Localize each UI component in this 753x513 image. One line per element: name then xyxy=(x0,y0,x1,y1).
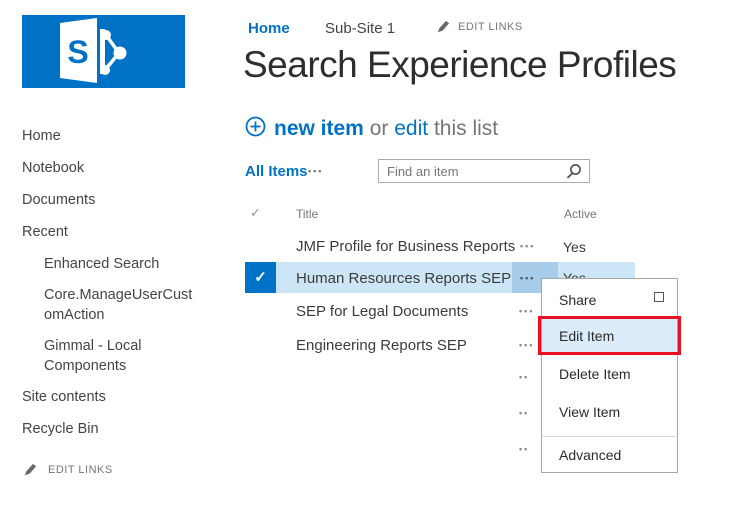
sharepoint-page: S Home Sub-Site 1 EDIT LINKS Search Expe… xyxy=(0,0,753,513)
row-ellipsis-button[interactable]: ••• xyxy=(519,340,534,350)
menu-item-edit-item[interactable]: Edit Item xyxy=(542,318,677,354)
sidebar-item-enhanced-search[interactable]: Enhanced Search xyxy=(44,254,196,274)
page-title: Search Experience Profiles xyxy=(243,44,676,86)
view-ellipsis-button[interactable]: ••• xyxy=(308,166,323,176)
sharepoint-logo-icon: S xyxy=(22,15,185,88)
sidebar-item-documents[interactable]: Documents xyxy=(22,190,212,210)
list-actions: new item or edit this list xyxy=(245,116,498,142)
sidebar-item-notebook[interactable]: Notebook xyxy=(22,158,212,178)
or-text: or xyxy=(370,117,389,140)
this-list-text: this list xyxy=(434,117,498,140)
sidebar-item-core-manageusercustomaction[interactable]: Core.ManageUserCustomAction xyxy=(44,285,196,325)
menu-item-view-item[interactable]: View Item xyxy=(542,393,677,431)
nav-subsite-link[interactable]: Sub-Site 1 xyxy=(325,20,395,37)
partial-ellipsis: •• xyxy=(519,408,529,418)
sidebar-item-home[interactable]: Home xyxy=(22,126,212,146)
search-box xyxy=(378,159,590,183)
select-all-checkmark[interactable]: ✓ xyxy=(250,205,261,221)
sidebar-item-gimmal-local-components[interactable]: Gimmal - Local Components xyxy=(44,336,196,376)
top-edit-links-label: EDIT LINKS xyxy=(458,21,523,33)
sidebar-edit-links-button[interactable]: EDIT LINKS xyxy=(24,463,113,476)
svg-text:S: S xyxy=(67,34,88,70)
menu-item-delete-item[interactable]: Delete Item xyxy=(542,355,677,393)
sharepoint-logo[interactable]: S xyxy=(22,15,185,88)
edit-list-link[interactable]: edit xyxy=(394,117,428,140)
search-input[interactable] xyxy=(379,160,561,182)
top-edit-links-button[interactable]: EDIT LINKS xyxy=(437,20,523,33)
pencil-icon xyxy=(437,20,450,33)
view-all-items-link[interactable]: All Items xyxy=(245,163,308,180)
item-context-menu: Share Edit Item Delete Item View Item Ad… xyxy=(541,278,678,473)
row-ellipsis-button[interactable]: ••• xyxy=(519,306,534,316)
row-title-link[interactable]: Engineering Reports SEP xyxy=(296,337,467,354)
list-actions-text: new item or edit this list xyxy=(274,117,498,141)
row-title-link[interactable]: JMF Profile for Business Reports xyxy=(296,238,515,255)
search-icon[interactable] xyxy=(565,163,582,185)
new-item-link[interactable]: new item xyxy=(274,117,364,140)
sidebar-item-recycle-bin[interactable]: Recycle Bin xyxy=(22,419,212,439)
menu-item-advanced[interactable]: Advanced xyxy=(542,437,677,473)
row-active-value: Yes xyxy=(563,239,586,255)
pencil-icon xyxy=(24,463,37,476)
sidebar-item-site-contents[interactable]: Site contents xyxy=(22,387,212,407)
row-ellipsis-button[interactable]: ••• xyxy=(520,241,535,251)
plus-circle-icon[interactable] xyxy=(245,116,266,142)
row-selected-checkmark[interactable]: ✓ xyxy=(245,262,276,293)
sidebar-edit-links-label: EDIT LINKS xyxy=(48,464,113,476)
sidebar-item-recent[interactable]: Recent xyxy=(22,222,212,242)
advanced-submenu-icon xyxy=(654,292,664,302)
column-header-title[interactable]: Title xyxy=(296,207,318,221)
partial-ellipsis: •• xyxy=(519,372,529,382)
row-ellipsis-button[interactable]: ••• xyxy=(520,273,535,283)
nav-home-link[interactable]: Home xyxy=(248,20,290,37)
quick-launch-sidebar: Home Notebook Documents Recent Enhanced … xyxy=(22,126,212,451)
column-header-active[interactable]: Active xyxy=(564,207,597,221)
partial-ellipsis: •• xyxy=(519,444,529,454)
row-title-link[interactable]: SEP for Legal Documents xyxy=(296,303,468,320)
row-title-link[interactable]: Human Resources Reports SEP xyxy=(296,270,511,287)
